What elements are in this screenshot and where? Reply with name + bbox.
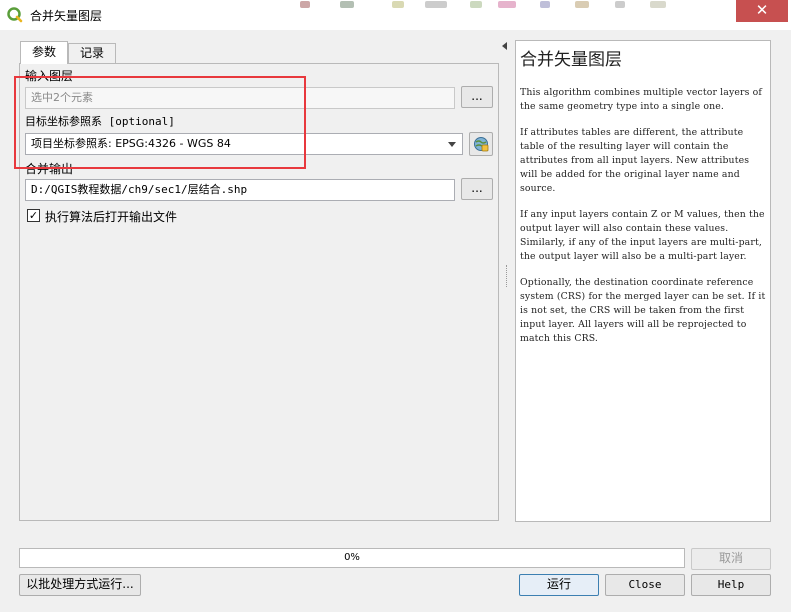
title-bar: 合并矢量图层 ✕ [0, 0, 791, 30]
progress-bar: 0% [19, 548, 685, 568]
window-title: 合并矢量图层 [30, 9, 103, 23]
background-toolbar-fragment [615, 1, 625, 8]
help-paragraph: This algorithm combines multiple vector … [520, 87, 763, 112]
help-pane: 合并矢量图层 This algorithm combines multiple … [515, 40, 771, 522]
highlight-annotation-box [14, 76, 306, 169]
globe-crs-icon [474, 137, 489, 152]
help-title: 合并矢量图层 [520, 50, 622, 70]
background-toolbar-fragment [650, 1, 666, 8]
background-toolbar-fragment [540, 1, 550, 8]
splitter-handle[interactable] [506, 265, 508, 287]
run-button[interactable]: 运行 [519, 574, 599, 596]
background-toolbar-fragment [392, 1, 404, 8]
tab-log[interactable]: 记录 [68, 43, 116, 63]
output-browse-button[interactable]: ... [461, 178, 493, 200]
close-icon: ✕ [755, 1, 769, 19]
run-as-batch-button[interactable]: 以批处理方式运行... [19, 574, 141, 596]
background-toolbar-fragment [340, 1, 354, 8]
help-paragraph: Optionally, the destination coordinate r… [520, 277, 766, 344]
help-button[interactable]: Help [691, 574, 771, 596]
help-paragraph: If any input layers contain Z or M value… [520, 209, 765, 262]
open-output-checkbox[interactable]: ✓ [27, 209, 40, 222]
collapse-arrow-icon[interactable] [502, 42, 507, 50]
background-toolbar-fragment [300, 1, 310, 8]
background-toolbar-fragment [425, 1, 447, 8]
close-button[interactable]: Close [605, 574, 685, 596]
input-layers-browse-button[interactable]: ... [461, 86, 493, 108]
background-toolbar-fragment [575, 1, 589, 8]
background-toolbar-fragment [470, 1, 482, 8]
chevron-down-icon [448, 142, 456, 147]
cancel-button[interactable]: 取消 [691, 548, 771, 570]
checkmark-icon: ✓ [28, 209, 39, 222]
tab-parameters[interactable]: 参数 [20, 41, 68, 64]
crs-picker-button[interactable] [469, 132, 493, 156]
close-window-button[interactable]: ✕ [736, 0, 788, 22]
output-path-field[interactable]: D:/QGIS教程数据/ch9/sec1/层结合.shp [25, 179, 455, 201]
qgis-icon [7, 7, 23, 23]
open-output-label[interactable]: 执行算法后打开输出文件 [45, 208, 177, 225]
progress-text: 0% [344, 552, 360, 563]
help-paragraph: If attributes tables are different, the … [520, 127, 750, 194]
background-toolbar-fragment [498, 1, 516, 8]
